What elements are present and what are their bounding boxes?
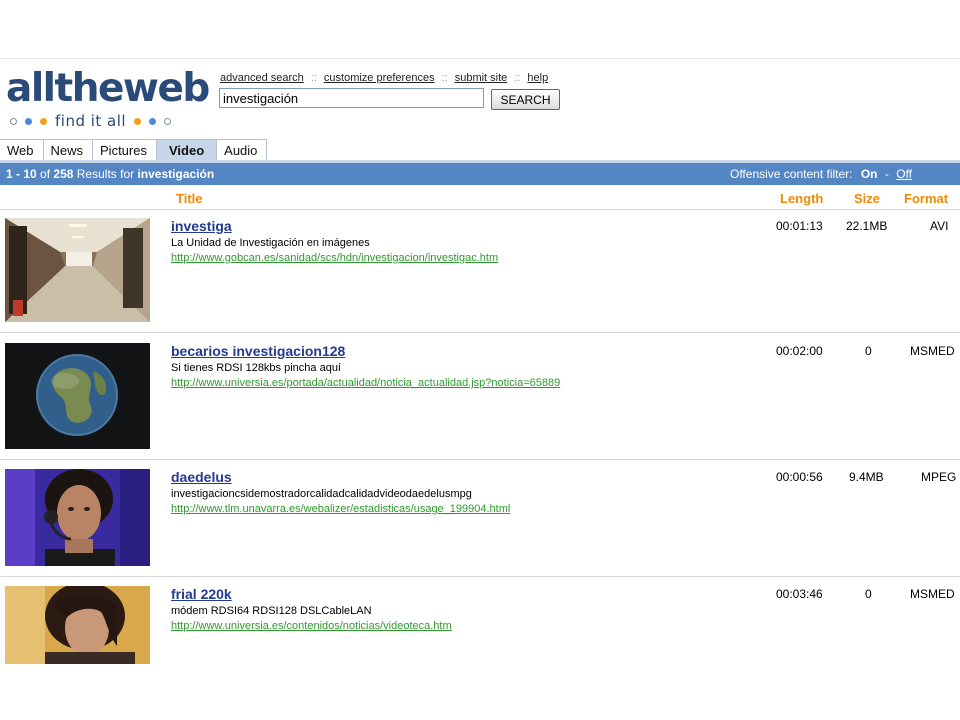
results-total: 258 <box>53 167 74 181</box>
row-divider <box>0 576 960 577</box>
result-format: AVI <box>930 219 949 233</box>
filter-on-value: On <box>860 167 878 181</box>
result-url-link[interactable]: http://www.universia.es/contenidos/notic… <box>171 620 452 632</box>
result-size: 0 <box>865 344 872 358</box>
result-title-link[interactable]: frial 220k <box>171 586 232 602</box>
results-summary-bar: 1 - 10 of 258 Results for investigación … <box>0 163 960 185</box>
content-filter: Offensive content filter: On - Off <box>730 163 912 185</box>
tagline-text: find it all <box>55 112 127 130</box>
results-for-text: Results for <box>76 167 135 181</box>
top-blank-band <box>0 0 960 58</box>
tab-video[interactable]: Video <box>156 139 218 161</box>
blue-dot-icon <box>25 117 32 125</box>
filter-dash: - <box>884 167 889 181</box>
result-format: MPEG <box>921 470 957 484</box>
result-length: 00:02:00 <box>776 344 823 358</box>
help-link[interactable]: help <box>527 72 548 84</box>
results-query: investigación <box>137 167 215 181</box>
results-of-text: of <box>40 167 51 181</box>
result-length: 00:00:56 <box>776 470 823 484</box>
results-count: 1 - 10 of 258 Results for investigación <box>6 163 214 185</box>
result-size: 0 <box>865 587 872 601</box>
result-description: La Unidad de Investigación en imágenes <box>171 237 370 249</box>
result-size: 9.4MB <box>849 470 884 484</box>
result-description: Si tienes RDSI 128kbs pincha aquí <box>171 362 341 374</box>
link-separator: :: <box>310 72 317 84</box>
result-length: 00:03:46 <box>776 587 823 601</box>
result-length: 00:01:13 <box>776 219 823 233</box>
header-divider <box>0 209 960 210</box>
orange-dot-icon <box>40 117 47 125</box>
filter-label: Offensive content filter: <box>729 167 853 181</box>
result-description: investigacioncsidemostradorcalidadcalida… <box>171 488 472 500</box>
orange-dot-icon <box>134 117 142 125</box>
ring-dot-icon <box>10 117 17 125</box>
filter-off-link[interactable]: Off <box>896 167 912 181</box>
result-url-link[interactable]: http://www.gobcan.es/sanidad/scs/hdn/inv… <box>171 252 498 264</box>
result-size: 22.1MB <box>846 219 888 233</box>
result-title-link[interactable]: investiga <box>171 218 232 234</box>
advanced-search-link[interactable]: advanced search <box>220 72 304 84</box>
tab-web[interactable]: Web <box>0 139 44 161</box>
column-header-format[interactable]: Format <box>904 191 948 206</box>
result-description: módem RDSI64 RDSI128 DSLCableLAN <box>171 605 372 617</box>
tab-pictures[interactable]: Pictures <box>93 139 157 161</box>
logo-wordmark: alltheweb <box>6 66 210 111</box>
result-url-link[interactable]: http://www.tlm.unavarra.es/webalizer/est… <box>171 503 510 515</box>
ring-dot-icon <box>164 117 172 125</box>
column-header-size[interactable]: Size <box>854 191 880 206</box>
link-separator: :: <box>514 72 521 84</box>
earth-globe-thumbnail[interactable] <box>5 343 150 449</box>
woman-portrait-thumbnail[interactable] <box>5 586 150 664</box>
result-title-link[interactable]: daedelus <box>171 469 232 485</box>
results-range: 1 - 10 <box>6 167 37 181</box>
woman-headset-thumbnail[interactable] <box>5 469 150 566</box>
result-title-link[interactable]: becarios investigacion128 <box>171 343 345 359</box>
blue-dot-icon <box>149 117 157 125</box>
link-separator: :: <box>441 72 448 84</box>
hallway-thumbnail[interactable] <box>5 218 150 322</box>
result-format: MSMED <box>910 587 955 601</box>
row-divider <box>0 332 960 333</box>
vertical-tabs: Web News Pictures Video Audio <box>0 139 268 161</box>
column-header-length[interactable]: Length <box>780 191 823 206</box>
result-url-link[interactable]: http://www.universia.es/portada/actualid… <box>171 377 560 389</box>
row-divider <box>0 459 960 460</box>
submit-site-link[interactable]: submit site <box>455 72 508 84</box>
top-divider <box>0 58 960 59</box>
customize-preferences-link[interactable]: customize preferences <box>324 72 435 84</box>
search-input[interactable] <box>219 88 484 108</box>
search-button[interactable]: SEARCH <box>491 89 560 110</box>
logo-tagline: find it all <box>6 112 175 130</box>
tab-news[interactable]: News <box>43 139 94 161</box>
tab-audio[interactable]: Audio <box>217 139 268 161</box>
alltheweb-logo[interactable]: alltheweb find it all <box>6 68 210 132</box>
top-links: advanced search:: customize preferences::… <box>220 72 548 84</box>
result-format: MSMED <box>910 344 955 358</box>
column-header-title[interactable]: Title <box>176 191 203 206</box>
